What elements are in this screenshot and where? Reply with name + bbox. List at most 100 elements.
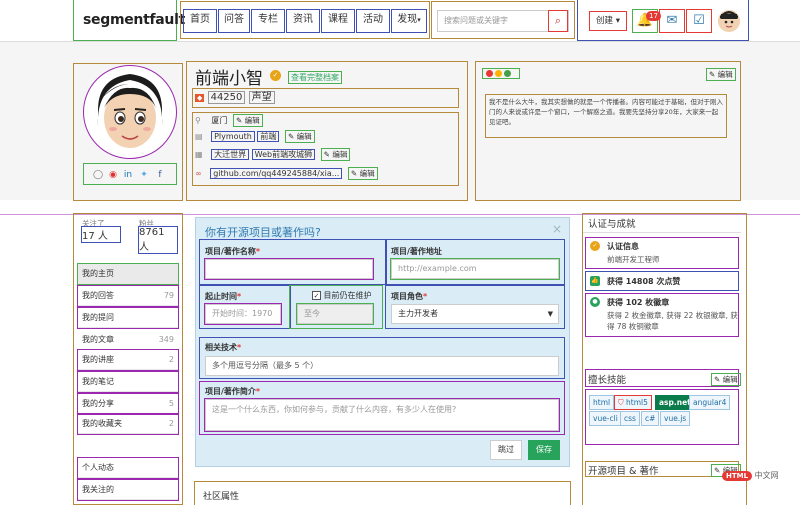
required-mark: *	[237, 343, 242, 352]
close-icon[interactable]: ×	[552, 222, 562, 236]
company-row: ▤ Plymouth 前端 ✎ 编辑	[195, 130, 315, 144]
role-value: 主力开发者	[398, 309, 438, 318]
github-icon[interactable]: ◯	[92, 168, 104, 182]
skip-button[interactable]: 跳过	[490, 440, 522, 460]
reputation: ◆ 44250 声望	[195, 91, 275, 105]
verify-link[interactable]: 查看完整档案	[288, 71, 342, 84]
edit-school-button[interactable]: ✎ 编辑	[320, 148, 351, 161]
nav-home[interactable]: 首页	[183, 9, 217, 33]
role-select[interactable]: 主力开发者 ▼	[391, 304, 559, 324]
badges-desc: 获得 2 枚金徽章, 获得 22 枚银徽章, 获得 78 枚铜徽章	[607, 311, 738, 331]
sidebar-label: 我的文章	[82, 335, 114, 344]
sidebar-item-favorites[interactable]: 我的收藏夹 2	[77, 413, 179, 435]
skill-tag[interactable]: angular4	[689, 395, 731, 410]
edit-city-button[interactable]: ✎ 编辑	[232, 114, 263, 127]
community-label: 社区属性	[203, 492, 240, 502]
weibo-icon[interactable]: ◉	[107, 168, 119, 182]
watermark-text: 中文网	[754, 471, 779, 480]
reputation-label: 声望	[248, 91, 275, 104]
nav-qa[interactable]: 问答	[218, 9, 250, 33]
edit-company-button[interactable]: ✎ 编辑	[284, 130, 315, 143]
project-name-input[interactable]	[204, 258, 374, 280]
followers-count[interactable]: 8761 人	[138, 226, 178, 254]
url-label: 项目/著作地址	[391, 247, 442, 256]
sidebar-item-articles[interactable]: 我的文章 349	[78, 330, 178, 350]
start-date-input[interactable]: 开始时间：1970	[204, 303, 282, 325]
chevron-down-icon: ▾	[417, 16, 421, 24]
city: 厦门	[211, 116, 228, 125]
skill-tag[interactable]: ⛉ html5	[614, 395, 652, 410]
ongoing-checkbox[interactable]: ✓	[312, 291, 321, 300]
edit-site-button[interactable]: ✎ 编辑	[347, 167, 378, 180]
sidebar-count: 349	[158, 335, 174, 344]
achievements-title: 认证与成就	[588, 219, 636, 230]
twitter-icon[interactable]: ✦	[138, 168, 150, 182]
html5-icon: ⛉	[618, 398, 624, 407]
skill-tag[interactable]: c#	[641, 411, 660, 426]
badge-icon: ●	[590, 297, 600, 307]
profile-avatar	[83, 65, 177, 159]
facebook-icon[interactable]: f	[154, 168, 166, 182]
name-label: 项目/著作名称*	[205, 246, 260, 257]
nav-courses[interactable]: 课程	[321, 9, 355, 33]
end-date-input[interactable]: 至今	[296, 303, 374, 325]
edit-skills-button[interactable]: ✎ 编辑	[711, 373, 741, 386]
desc-textarea[interactable]: 这是一个什么东西，你如何参与，贡献了什么内容，有多少人在使用?	[204, 398, 560, 432]
bio-status-icons	[482, 68, 520, 79]
avatar[interactable]	[718, 10, 740, 32]
nav-column[interactable]: 专栏	[251, 9, 285, 33]
tech-input[interactable]: 多个用逗号分隔（最多 5 个）	[205, 356, 559, 376]
role-label: 项目角色*	[391, 291, 427, 302]
skill-tag[interactable]: css	[620, 411, 640, 426]
sidebar-item-lectures[interactable]: 我的讲座 2	[77, 349, 179, 371]
sidebar-item-home[interactable]: 我的主页	[77, 263, 179, 285]
edit-label: 编辑	[296, 132, 312, 141]
nav-events[interactable]: 活动	[356, 9, 390, 33]
edit-bio-button[interactable]: ✎ 编辑	[706, 68, 736, 81]
skills-title: 擅长技能	[588, 375, 627, 386]
position: 前端	[257, 131, 280, 142]
sidebar-item-shares[interactable]: 我的分享 5	[77, 393, 179, 415]
sidebar-label: 我的收藏夹	[82, 419, 122, 428]
sidebar-item-activity[interactable]: 个人动态	[77, 457, 179, 479]
sidebar-count: 2	[168, 419, 174, 428]
edit-label: 编辑	[244, 116, 260, 125]
profile-name: 前端小智	[195, 69, 263, 89]
ongoing-checkbox-row[interactable]: ✓ 目前仍在维护	[312, 290, 372, 301]
checklist-icon[interactable]: ☑	[686, 9, 712, 33]
location-icon: ⚲	[195, 116, 201, 125]
mail-icon[interactable]: ✉	[659, 9, 685, 33]
sidebar-item-following[interactable]: 我关注的	[77, 479, 179, 501]
nav-news[interactable]: 资讯	[286, 9, 320, 33]
site-link[interactable]: github.com/qq449245884/xia...	[210, 168, 343, 179]
save-button[interactable]: 保存	[528, 440, 560, 460]
start-label: 起止时间*	[205, 291, 241, 302]
cert-desc: 前端开发工程师	[607, 255, 660, 264]
project-url-input[interactable]: http://example.com	[390, 258, 560, 280]
sidebar-label: 我的提问	[82, 313, 114, 322]
sidebar-item-notes[interactable]: 我的笔记	[77, 371, 179, 393]
projects-title: 开源项目 & 著作	[588, 466, 659, 477]
site-logo[interactable]: segmentfault	[83, 12, 185, 28]
nav-discover[interactable]: 发现▾	[391, 9, 427, 33]
skill-tag[interactable]: vue.js	[660, 411, 691, 426]
reputation-icon: ◆	[195, 94, 205, 102]
search-icon[interactable]: ⌕	[548, 10, 568, 32]
following-count[interactable]: 17 人	[81, 226, 121, 243]
role-label-text: 项目角色	[391, 292, 423, 301]
sidebar-item-questions[interactable]: 我的提问	[77, 307, 179, 329]
required-mark: *	[423, 292, 428, 301]
school-row: ▦ 大迁世界 Web前端攻城狮 ✎ 编辑	[195, 148, 351, 162]
linkedin-icon[interactable]: in	[122, 168, 134, 182]
link-icon: ∞	[195, 169, 202, 178]
required-mark: *	[237, 292, 242, 301]
skill-tag[interactable]: html	[589, 395, 615, 410]
skill-tag[interactable]: vue-cli	[589, 411, 622, 426]
green-dot-icon	[504, 70, 511, 77]
sidebar-count: 5	[168, 399, 174, 408]
sidebar-item-answers[interactable]: 我的回答 79	[77, 285, 179, 307]
cert-title: 认证信息	[607, 242, 639, 251]
watermark: HTML 中文网	[722, 470, 779, 481]
create-button[interactable]: 创建 ▾	[589, 11, 627, 31]
sidebar-label: 我的讲座	[82, 355, 114, 364]
